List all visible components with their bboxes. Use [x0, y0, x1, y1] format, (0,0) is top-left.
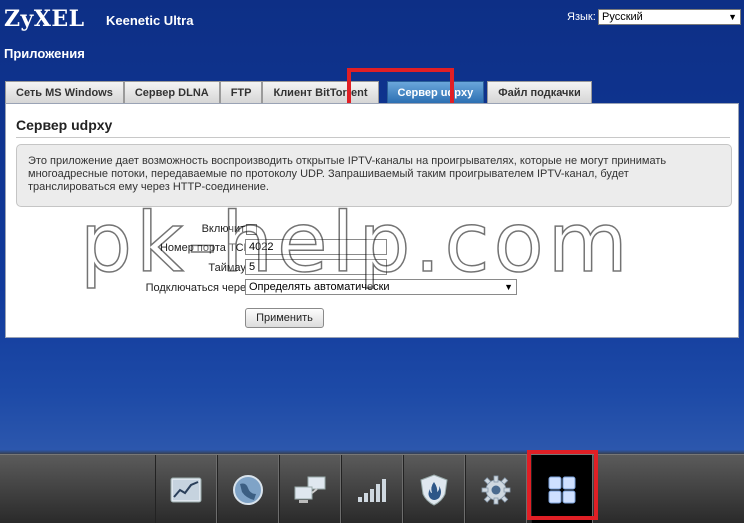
port-label: Номер порта TCP: [159, 242, 254, 254]
language-value: Русский [602, 11, 643, 23]
language-select[interactable]: Русский ▼ [598, 9, 741, 25]
port-input[interactable]: 4022 [245, 239, 387, 255]
tab-bittorrent[interactable]: Клиент BitTorrent [262, 81, 379, 103]
toolbar-internet[interactable] [217, 455, 279, 523]
toolbar-wifi[interactable] [341, 455, 403, 523]
connect-via-value: Определять автоматически [249, 281, 390, 293]
enable-checkbox[interactable] [246, 224, 257, 235]
signal-icon [358, 478, 386, 502]
panel-title: Сервер udpxy [16, 117, 113, 133]
toolbar-system[interactable] [465, 455, 527, 523]
header: ZyXEL Keenetic Ultra Язык: Русский ▼ При… [0, 0, 744, 80]
connect-via-label: Подключаться через: [145, 282, 254, 294]
language-label: Язык: [567, 11, 596, 23]
connect-via-select[interactable]: Определять автоматически ▼ [245, 279, 517, 295]
apps-grid-icon [548, 476, 576, 503]
section-title: Приложения [4, 46, 85, 61]
udpxy-panel: Сервер udpxy Это приложение дает возможн… [5, 103, 739, 338]
tab-dlna[interactable]: Сервер DLNA [123, 81, 220, 103]
chart-icon [170, 477, 202, 502]
toolbar-applications[interactable] [531, 455, 593, 523]
toolbar-security[interactable] [403, 455, 465, 523]
zyxel-logo: ZyXEL [4, 6, 85, 32]
bottom-toolbar [0, 454, 744, 523]
toolbar-monitor[interactable] [155, 455, 217, 523]
model-name: Keenetic Ultra [106, 13, 194, 28]
info-line: многоадресные потоки, передаваемые по пр… [28, 168, 629, 180]
chevron-down-icon: ▼ [728, 12, 737, 22]
divider [16, 137, 730, 138]
globe-icon [233, 474, 263, 505]
info-line: транслироваться ему через HTTP-соединени… [28, 181, 269, 193]
tab-udpxy[interactable]: Сервер udpxy [386, 81, 485, 103]
tab-ms-windows[interactable]: Сеть MS Windows [5, 81, 124, 103]
timeout-input[interactable]: 5 [245, 259, 387, 275]
tab-ftp[interactable]: FTP [219, 81, 263, 103]
info-line: Это приложение дает возможность воспроиз… [28, 155, 667, 167]
tab-swap-file[interactable]: Файл подкачки [487, 81, 592, 103]
tab-bar: Сеть MS Windows Сервер DLNA FTP Клиент B… [5, 79, 592, 103]
shield-icon [420, 473, 448, 506]
apply-button[interactable]: Применить [245, 308, 324, 328]
info-box: Это приложение дает возможность воспроиз… [16, 144, 732, 207]
network-icon [294, 476, 326, 503]
toolbar-home-network[interactable] [279, 455, 341, 523]
gear-icon [481, 475, 511, 504]
chevron-down-icon: ▼ [504, 282, 513, 292]
